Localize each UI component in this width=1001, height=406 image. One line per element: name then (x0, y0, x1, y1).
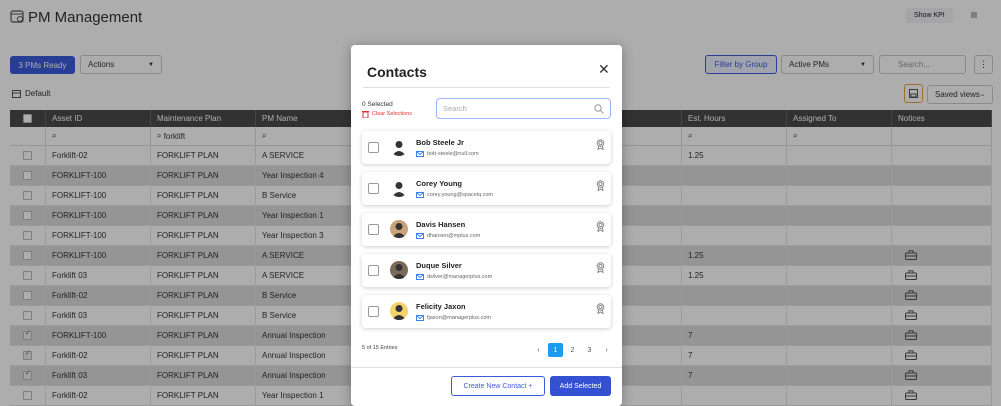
contact-card[interactable]: Duque Silver dsilver@managerplus.com (362, 254, 611, 287)
create-new-contact-button[interactable]: Create New Contact + (451, 376, 545, 396)
badge-icon[interactable] (596, 221, 605, 234)
page-3[interactable]: 3 (582, 343, 597, 357)
clear-selections-label: Clear Selections (372, 111, 413, 117)
contact-name: Corey Young (416, 179, 462, 188)
badge-icon[interactable] (596, 262, 605, 275)
create-new-contact-label: Create New Contact (463, 382, 527, 390)
contact-checkbox[interactable] (368, 183, 379, 194)
add-selected-button[interactable]: Add Selected (550, 376, 611, 396)
badge-icon[interactable] (596, 303, 605, 316)
search-icon (594, 104, 604, 114)
avatar (390, 302, 408, 320)
mail-icon (416, 315, 424, 321)
contact-email-row: dhansen@mplus.com (416, 233, 480, 239)
avatar (390, 138, 408, 156)
entries-count: 5 of 15 Entries (362, 345, 398, 351)
contact-card[interactable]: Davis Hansen dhansen@mplus.com (362, 213, 611, 246)
contact-search-placeholder: Search (443, 104, 467, 113)
contact-checkbox[interactable] (368, 142, 379, 153)
badge-icon[interactable] (596, 180, 605, 193)
modal-title: Contacts (367, 64, 427, 80)
modal-footer-divider (351, 367, 622, 368)
contact-checkbox[interactable] (368, 224, 379, 235)
contact-email-row: bob-steele@null.com (416, 151, 479, 157)
selected-count: 0 Selected (362, 101, 393, 108)
contact-checkbox[interactable] (368, 265, 379, 276)
mail-icon (416, 274, 424, 280)
contact-email-row: dsilver@managerplus.com (416, 274, 492, 280)
contact-email: bob-steele@null.com (427, 151, 479, 157)
avatar (390, 220, 408, 238)
divider (363, 87, 610, 88)
contact-email: dhansen@mplus.com (427, 233, 481, 239)
contact-email: dsilver@managerplus.com (427, 274, 493, 280)
avatar (390, 261, 408, 279)
contact-card[interactable]: Bob Steele Jr bob-steele@null.com (362, 131, 611, 164)
contact-name: Duque Silver (416, 261, 462, 270)
contact-card[interactable]: Corey Young corey.young@spaceiq.com (362, 172, 611, 205)
contact-checkbox[interactable] (368, 306, 379, 317)
contact-email-row: corey.young@spaceiq.com (416, 192, 493, 198)
contact-search-input[interactable]: Search (436, 98, 611, 119)
contact-name: Felicity Jaxon (416, 302, 466, 311)
page-1[interactable]: 1 (548, 343, 563, 357)
contact-email: corey.young@spaceiq.com (427, 192, 494, 198)
next-page-icon[interactable]: › (599, 343, 614, 357)
close-icon[interactable]: ✕ (598, 61, 610, 78)
contact-card[interactable]: Felicity Jaxon fjaxon@managerplus.com (362, 295, 611, 328)
badge-icon[interactable] (596, 139, 605, 152)
mail-icon (416, 233, 424, 239)
contact-name: Bob Steele Jr (416, 138, 464, 147)
contacts-modal: Contacts ✕ 0 Selected Clear Selections S… (351, 45, 622, 406)
contact-email: fjaxon@managerplus.com (427, 315, 491, 321)
pagination: ‹ 1 2 3 › (531, 343, 614, 357)
clear-selections-button[interactable]: Clear Selections (362, 110, 412, 118)
contact-name: Davis Hansen (416, 220, 466, 229)
avatar (390, 179, 408, 197)
trash-icon (362, 111, 369, 118)
page-2[interactable]: 2 (565, 343, 580, 357)
contact-email-row: fjaxon@managerplus.com (416, 315, 491, 321)
mail-icon (416, 151, 424, 157)
mail-icon (416, 192, 424, 198)
prev-page-icon[interactable]: ‹ (531, 343, 546, 357)
